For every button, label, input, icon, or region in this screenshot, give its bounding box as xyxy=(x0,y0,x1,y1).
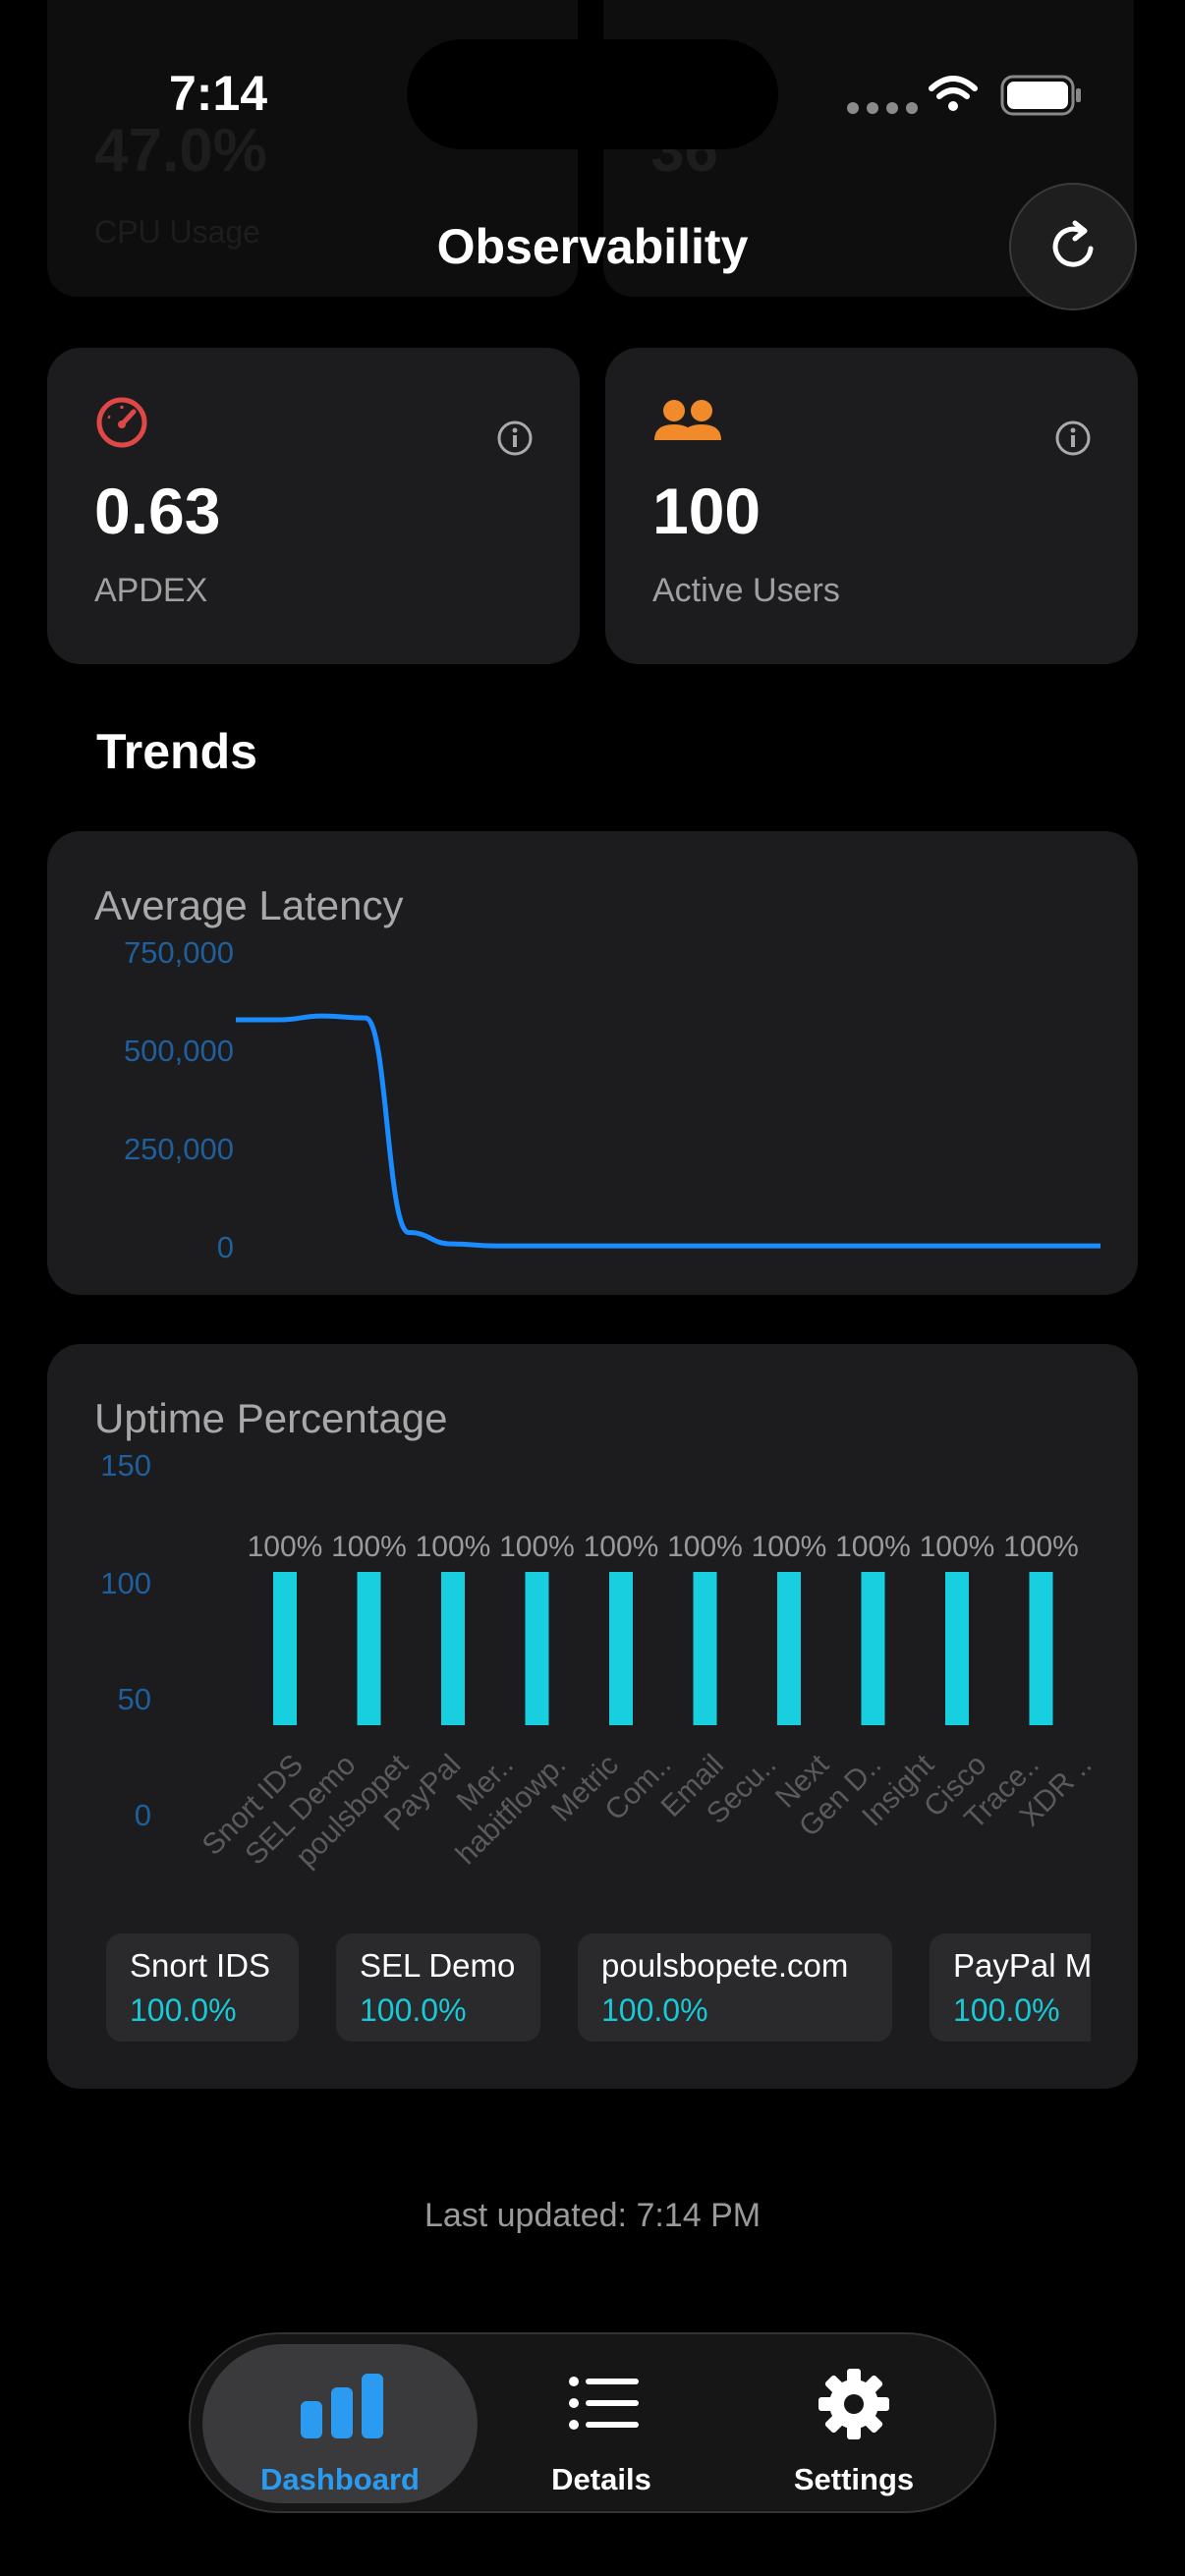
y-tick-label: 0 xyxy=(216,1230,234,1264)
legend-name: Snort IDS xyxy=(130,1947,271,1984)
info-icon[interactable] xyxy=(495,419,535,458)
bar-value-label: 100% xyxy=(920,1531,995,1563)
page-title: Observability xyxy=(436,219,749,274)
dynamic-island xyxy=(407,39,778,149)
uptime-title: Uptime Percentage xyxy=(94,1395,448,1441)
tab-label: Dashboard xyxy=(260,2462,420,2496)
apdex-value: 0.63 xyxy=(94,475,221,547)
legend-value: 100.0% xyxy=(360,1992,467,2028)
gear-icon xyxy=(818,2369,889,2439)
uptime-bar xyxy=(357,1572,381,1725)
latency-series-line xyxy=(236,1013,1100,1249)
trends-heading: Trends xyxy=(96,724,257,779)
uptime-bar xyxy=(1029,1572,1053,1725)
bar-value-label: 100% xyxy=(331,1531,407,1563)
legend-value: 100.0% xyxy=(953,1992,1060,2028)
tab-label: Settings xyxy=(793,2462,915,2496)
uptime-bar xyxy=(693,1572,717,1725)
people-icon xyxy=(654,400,721,440)
uptime-card: Uptime Percentage 150 100 50 0 100% 100% 1… xyxy=(47,1344,1138,2089)
ghost-cpu-value: 47.0% xyxy=(94,117,267,185)
latency-line-chart xyxy=(236,1013,1100,1249)
legend-item[interactable]: Snort IDS 100.0% xyxy=(106,1933,299,2042)
y-tick-label: 0 xyxy=(134,1798,151,1832)
apdex-label: APDEX xyxy=(94,572,208,609)
legend-name: poulsbopete.com xyxy=(601,1947,849,1984)
bar-value-label: 100% xyxy=(667,1531,743,1563)
bar-value-label: 100% xyxy=(584,1531,659,1563)
bar-value-label: 100% xyxy=(1003,1531,1079,1563)
legend-value: 100.0% xyxy=(130,1992,237,2028)
legend-value: 100.0% xyxy=(601,1992,708,2028)
legend-item[interactable]: poulsbopete.com 100.0% xyxy=(578,1933,892,2042)
y-tick-label: 150 xyxy=(100,1448,151,1483)
last-updated-text: Last updated: 7:14 PM xyxy=(423,2197,762,2234)
y-tick-label: 50 xyxy=(117,1682,151,1716)
uptime-bar-chart: 100% 100% 100% 100% 100% 100% 100% 100% 100% 100%… xyxy=(197,1531,1099,1874)
tab-label: Details xyxy=(551,2462,651,2496)
legend-item[interactable]: PayPal M 100.0% xyxy=(930,1933,1091,2042)
bar-value-label: 100% xyxy=(752,1531,827,1563)
y-tick-label: 750,000 xyxy=(123,935,234,970)
uptime-bar xyxy=(945,1572,969,1725)
refresh-icon xyxy=(1052,220,1094,267)
tab-settings[interactable]: Settings xyxy=(741,2344,967,2503)
active-users-label: Active Users xyxy=(652,572,840,609)
legend-name: PayPal M xyxy=(953,1947,1091,1984)
uptime-bar xyxy=(609,1572,633,1725)
uptime-bar xyxy=(777,1572,801,1725)
apdex-card[interactable]: 0.63 APDEX xyxy=(47,348,580,664)
bar-value-label: 100% xyxy=(499,1531,575,1563)
active-users-value: 100 xyxy=(652,475,762,547)
y-tick-label: 100 xyxy=(100,1566,151,1600)
y-tick-label: 250,000 xyxy=(123,1132,234,1166)
tab-bar: Dashboard Details Settings xyxy=(189,2332,996,2513)
legend-name: SEL Demo xyxy=(360,1947,516,1984)
info-icon[interactable] xyxy=(1053,419,1093,458)
bar-value-label: 100% xyxy=(248,1531,323,1563)
signal-dots-icon xyxy=(847,102,918,114)
chart-bar-icon xyxy=(301,2374,383,2438)
y-tick-label: 500,000 xyxy=(123,1034,234,1068)
list-icon xyxy=(569,2377,639,2430)
uptime-bar xyxy=(525,1572,549,1725)
uptime-bar xyxy=(441,1572,465,1725)
refresh-button[interactable] xyxy=(1009,183,1137,310)
uptime-bar xyxy=(273,1572,297,1725)
tab-details[interactable]: Details xyxy=(493,2344,709,2503)
wifi-icon xyxy=(929,76,978,111)
tab-dashboard[interactable]: Dashboard xyxy=(202,2344,478,2503)
status-time: 7:14 xyxy=(169,66,268,121)
battery-icon xyxy=(1000,75,1081,116)
legend-item[interactable]: SEL Demo 100.0% xyxy=(336,1933,540,2042)
bar-value-label: 100% xyxy=(835,1531,911,1563)
active-users-card[interactable]: 100 Active Users xyxy=(605,348,1138,664)
speedometer-icon xyxy=(96,397,147,448)
latency-title: Average Latency xyxy=(94,882,404,928)
uptime-bar xyxy=(861,1572,885,1725)
latency-card: Average Latency 750,000 500,000 250,000 … xyxy=(47,831,1138,1295)
bar-value-label: 100% xyxy=(416,1531,491,1563)
